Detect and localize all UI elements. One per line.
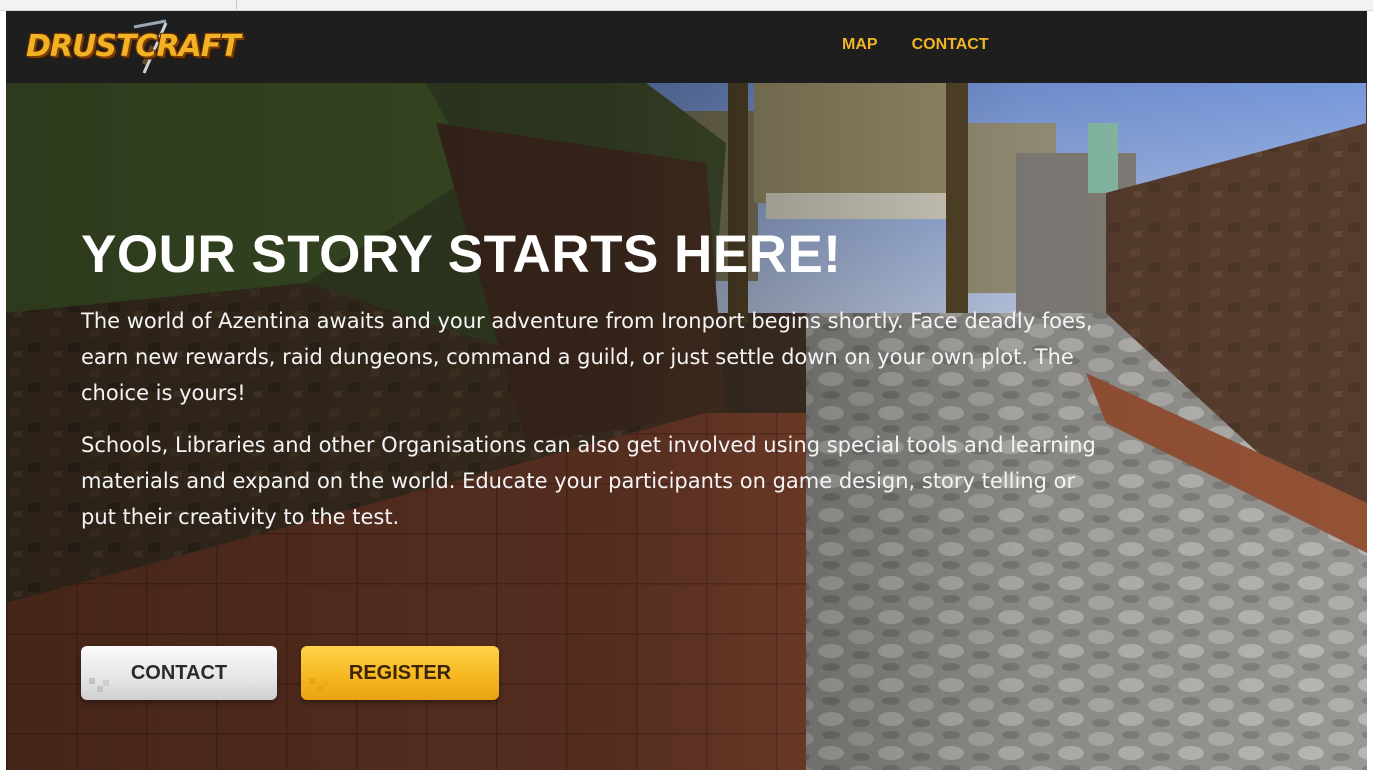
contact-button-label: CONTACT [130, 661, 228, 684]
browser-viewport: DRUSTCRAFT MAP CONTACT YOUR STORY STARTS… [0, 0, 1373, 770]
pixel-texture-icon [309, 678, 329, 692]
pixel-texture-icon [89, 678, 109, 692]
nav-link-map[interactable]: MAP [842, 36, 878, 54]
logo-wordmark: DRUSTCRAFT [26, 29, 241, 64]
hero-paragraph-organisations: Schools, Libraries and other Organisatio… [81, 433, 1096, 529]
nav-links: MAP CONTACT [842, 36, 989, 54]
hero-title: YOUR STORY STARTS HERE! [81, 225, 842, 284]
hero-paragraph-intro: The world of Azentina awaits and your ad… [81, 309, 1093, 405]
chrome-divider [236, 0, 237, 10]
site-navbar: DRUSTCRAFT MAP CONTACT [6, 11, 1367, 83]
nav-link-contact[interactable]: CONTACT [912, 36, 989, 54]
browser-chrome-strip [0, 0, 1373, 11]
site-logo[interactable]: DRUSTCRAFT [26, 19, 241, 75]
register-button[interactable]: REGISTER [301, 646, 499, 700]
hero-buttons: CONTACT REGISTER [81, 646, 499, 700]
register-button-label: REGISTER [348, 661, 452, 684]
hero-content: YOUR STORY STARTS HERE! The world of Aze… [81, 223, 1111, 535]
contact-button[interactable]: CONTACT [81, 646, 277, 700]
hero-section: YOUR STORY STARTS HERE! The world of Aze… [6, 83, 1367, 770]
